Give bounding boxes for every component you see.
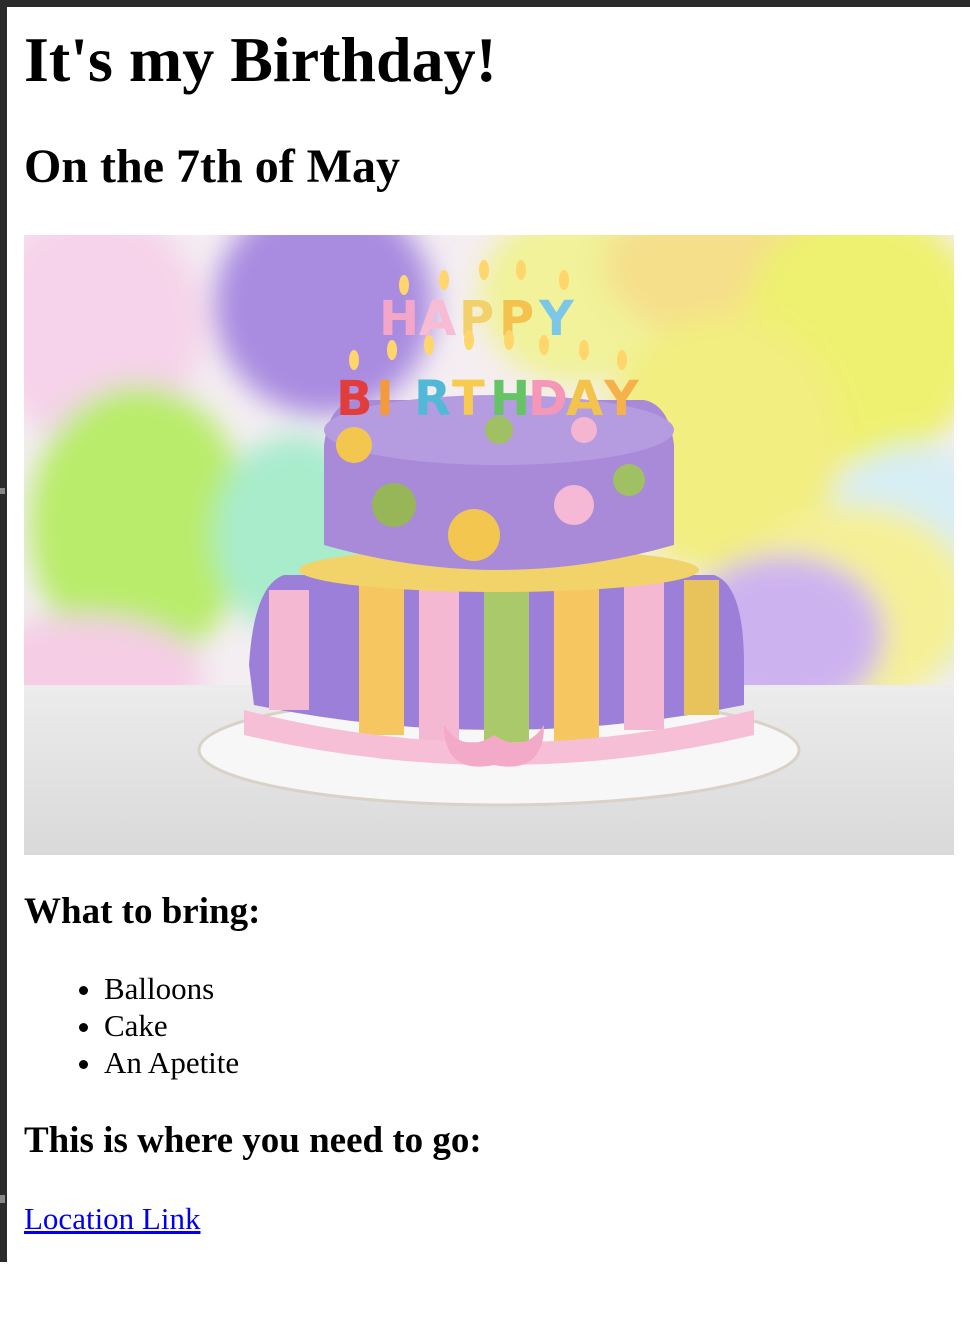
candle-letter: I [376,371,394,427]
list-item: An Apetite [104,1044,239,1081]
candle-letter: T [452,371,485,427]
window-frame-gap [0,1262,7,1322]
page-title: It's my Birthday! [24,24,497,95]
bring-list: Balloons Cake An Apetite [24,970,239,1081]
birthday-cake-image: H A P P Y B I R T H D A Y [24,235,954,855]
window-frame-top [0,0,970,7]
window-frame-left [0,0,7,1322]
list-item: Cake [104,1007,239,1044]
page-subtitle: On the 7th of May [24,140,400,193]
list-item: Balloons [104,970,239,1007]
location-link[interactable]: Location Link [24,1199,200,1239]
candle-letter: H [379,291,419,347]
candle-letter: H [490,371,530,427]
candle-letter: Y [603,371,640,427]
candle-letter: A [566,371,603,427]
candle-letter: R [414,371,451,427]
window-edge-handle [0,1195,5,1203]
candle-letter: B [336,371,373,427]
window-edge-handle [0,488,5,494]
location-heading: This is where you need to go: [24,1120,482,1161]
candle-letter: D [528,371,568,427]
candle-letter: A [419,291,456,347]
bring-heading: What to bring: [24,891,261,932]
